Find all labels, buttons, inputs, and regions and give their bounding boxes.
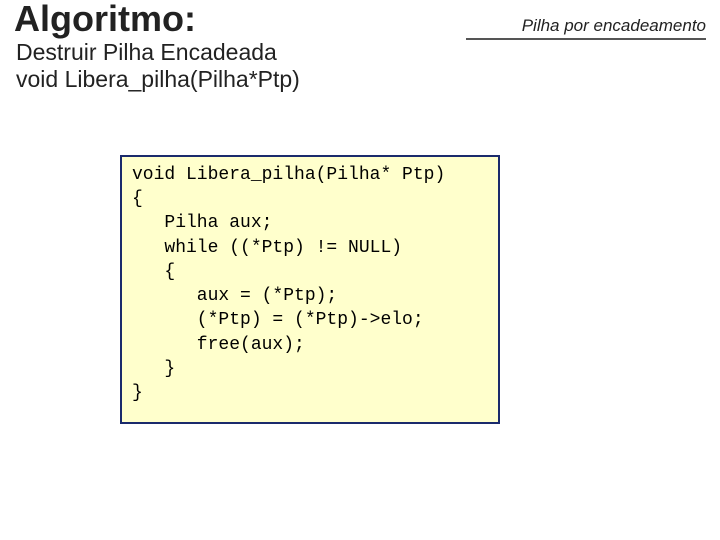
topright-label: Pilha por encadeamento: [466, 16, 706, 38]
header-topright: Pilha por encadeamento: [466, 16, 706, 40]
slide-subtitle-line1: Destruir Pilha Encadeada: [16, 39, 708, 65]
code-line: Pilha aux;: [132, 213, 272, 233]
code-line: }: [132, 359, 175, 379]
code-line: aux = (*Ptp);: [132, 286, 337, 306]
code-line: free(aux);: [132, 335, 305, 355]
topright-rule: [466, 38, 706, 40]
code-line: {: [132, 262, 175, 282]
code-line: while ((*Ptp) != NULL): [132, 238, 402, 258]
code-line: }: [132, 383, 143, 403]
code-pre: void Libera_pilha(Pilha* Ptp) { Pilha au…: [132, 163, 490, 406]
code-block: void Libera_pilha(Pilha* Ptp) { Pilha au…: [120, 155, 500, 424]
code-block-wrap: void Libera_pilha(Pilha* Ptp) { Pilha au…: [120, 155, 500, 424]
slide: Pilha por encadeamento Algoritmo: Destru…: [0, 0, 720, 540]
code-line: void Libera_pilha(Pilha* Ptp): [132, 165, 445, 185]
slide-subtitle-line2: void Libera_pilha(Pilha*Ptp): [16, 66, 708, 92]
code-line: (*Ptp) = (*Ptp)->elo;: [132, 310, 424, 330]
code-line: {: [132, 189, 143, 209]
